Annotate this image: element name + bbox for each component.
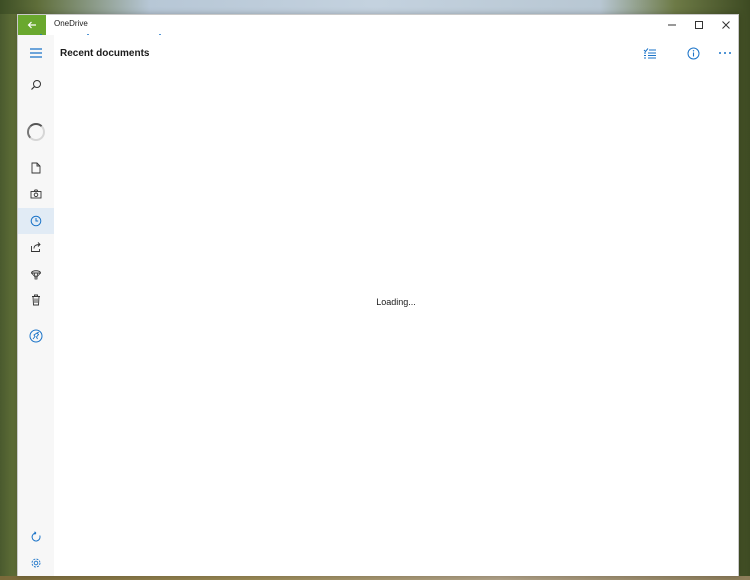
maximize-button[interactable] — [685, 15, 713, 35]
minimize-button[interactable] — [658, 15, 686, 35]
close-icon — [722, 21, 730, 29]
search-button[interactable] — [18, 72, 54, 98]
page-title: Recent documents — [60, 48, 150, 59]
settings-gear-icon — [31, 558, 41, 568]
hamburger-menu-button[interactable] — [18, 40, 54, 66]
file-icon — [31, 162, 41, 174]
maximize-icon — [695, 21, 703, 29]
camera-icon — [30, 189, 42, 199]
close-button[interactable] — [712, 15, 740, 35]
loading-spinner-icon — [27, 123, 45, 141]
back-button[interactable] — [18, 15, 46, 35]
navigation-sidebar — [18, 35, 54, 576]
select-list-icon — [643, 48, 656, 59]
info-button[interactable] — [680, 42, 706, 64]
more-options-button[interactable] — [712, 42, 738, 64]
trash-icon — [32, 294, 40, 306]
sidebar-item-recent[interactable] — [18, 208, 54, 234]
main-content: Recent documents Loading... — [54, 35, 738, 576]
info-icon — [687, 47, 699, 59]
premium-icon — [29, 329, 43, 343]
sidebar-item-premium[interactable] — [18, 323, 54, 349]
select-button[interactable] — [637, 42, 663, 64]
more-options-icon — [719, 52, 731, 54]
share-icon — [31, 242, 41, 252]
sync-button[interactable] — [18, 524, 54, 550]
hamburger-menu-icon — [30, 48, 42, 58]
minimize-icon — [668, 24, 676, 26]
back-arrow-icon — [27, 21, 36, 29]
sync-icon — [31, 531, 41, 542]
sidebar-item-offline[interactable] — [18, 261, 54, 287]
balloon-icon — [31, 270, 41, 280]
sidebar-item-shared[interactable] — [18, 234, 54, 260]
app-title: OneDrive — [54, 19, 88, 28]
search-icon — [31, 80, 41, 90]
app-window: OneDrive Recent documents Loading... — [17, 14, 739, 576]
sidebar-item-files[interactable] — [18, 155, 54, 181]
sidebar-item-recycle-bin[interactable] — [18, 287, 54, 313]
title-bar: OneDrive — [18, 15, 740, 36]
loading-text: Loading... — [376, 297, 416, 307]
sidebar-item-photos[interactable] — [18, 181, 54, 207]
desktop-background-top — [0, 0, 750, 14]
clock-icon — [30, 215, 42, 227]
desktop-background-bottom — [0, 576, 750, 580]
settings-button[interactable] — [18, 550, 54, 576]
